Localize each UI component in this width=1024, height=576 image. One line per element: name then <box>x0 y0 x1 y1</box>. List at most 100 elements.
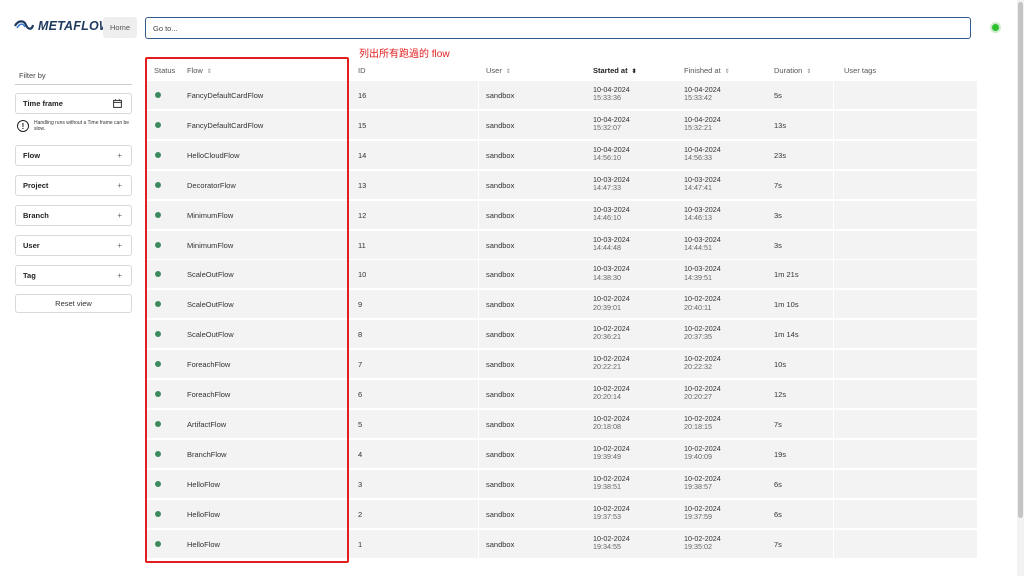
run-id[interactable]: 15 <box>358 121 366 130</box>
status-completed-icon <box>155 510 161 517</box>
table-row[interactable]: HelloCloudFlow 14 sandbox 10-04-2024 14:56:1… <box>145 140 977 169</box>
run-id[interactable]: 5 <box>358 420 362 429</box>
table-row[interactable]: HelloFlow 2 sandbox 10-02-2024 19:37:53 10-02… <box>145 499 977 528</box>
header-started-at[interactable]: Started at ⬍ <box>593 66 637 75</box>
plus-icon: + <box>117 151 122 160</box>
header-flow[interactable]: Flow ⇕ <box>187 66 212 75</box>
branch-filter[interactable]: Branch + <box>15 205 132 226</box>
flow-filter[interactable]: Flow + <box>15 145 132 166</box>
flow-name[interactable]: ScaleOutFlow <box>187 300 234 309</box>
status-completed-icon <box>155 151 161 158</box>
started-at: 10-02-2024 19:34:55 <box>593 533 630 551</box>
flow-name[interactable]: BranchFlow <box>187 450 227 459</box>
started-at: 10-03-2024 14:44:48 <box>593 234 630 252</box>
status-completed-icon <box>155 480 161 487</box>
status-completed-icon <box>155 420 161 427</box>
started-at: 10-02-2024 19:37:53 <box>593 503 630 521</box>
run-id[interactable]: 13 <box>358 181 366 190</box>
tag-filter[interactable]: Tag + <box>15 265 132 286</box>
column-divider <box>478 499 479 528</box>
run-id[interactable]: 16 <box>358 91 366 100</box>
flow-name[interactable]: ForeachFlow <box>187 390 230 399</box>
table-row[interactable]: BranchFlow 4 sandbox 10-02-2024 19:39:49 10-0… <box>145 439 977 468</box>
column-divider <box>833 230 834 259</box>
run-id[interactable]: 7 <box>358 360 362 369</box>
column-divider <box>833 409 834 438</box>
column-divider <box>833 499 834 528</box>
column-divider <box>478 230 479 259</box>
goto-search-input[interactable]: Go to... <box>145 17 971 39</box>
table-row[interactable]: FancyDefaultCardFlow 15 sandbox 10-04-2024 1… <box>145 110 977 139</box>
run-id[interactable]: 11 <box>358 241 366 250</box>
run-id[interactable]: 12 <box>358 211 366 220</box>
table-row[interactable]: MinimumFlow 12 sandbox 10-03-2024 14:46:10 10… <box>145 200 977 229</box>
run-id[interactable]: 14 <box>358 151 366 160</box>
home-button[interactable]: Home <box>103 17 137 38</box>
run-id[interactable]: 2 <box>358 510 362 519</box>
table-row[interactable]: FancyDefaultCardFlow 16 sandbox 10-04-2024 1… <box>145 81 977 109</box>
run-user: sandbox <box>486 91 515 100</box>
started-at: 10-02-2024 19:39:49 <box>593 443 630 462</box>
table-row[interactable]: ScaleOutFlow 10 sandbox 10-03-2024 14:38:30 1… <box>145 260 977 289</box>
header-status[interactable]: Status <box>154 66 175 75</box>
table-row[interactable]: DecoratorFlow 13 sandbox 10-03-2024 14:47:33… <box>145 170 977 199</box>
flow-name[interactable]: FancyDefaultCardFlow <box>187 121 263 130</box>
column-divider <box>348 110 349 139</box>
time-frame-warning: ! Handling runs without a Time frame can… <box>17 120 134 133</box>
table-row[interactable]: ScaleOutFlow 8 sandbox 10-02-2024 20:36:21 10… <box>145 320 977 349</box>
run-duration: 6s <box>774 509 782 519</box>
run-duration: 3s <box>774 240 782 250</box>
status-completed-icon <box>155 331 161 338</box>
user-filter[interactable]: User + <box>15 235 132 256</box>
flow-name[interactable]: HelloFlow <box>187 510 220 519</box>
flow-name[interactable]: MinimumFlow <box>187 211 233 220</box>
project-filter[interactable]: Project + <box>15 175 132 196</box>
scrollbar[interactable] <box>1017 0 1024 576</box>
run-id[interactable]: 10 <box>358 270 366 279</box>
plus-icon: + <box>117 271 122 280</box>
reset-view-button[interactable]: Reset view <box>15 294 132 313</box>
plus-icon: + <box>117 211 122 220</box>
run-user: sandbox <box>486 539 515 549</box>
table-row[interactable]: MinimumFlow 11 sandbox 10-03-2024 14:44:48 10… <box>145 230 977 259</box>
flow-name[interactable]: MinimumFlow <box>187 241 233 250</box>
flow-name[interactable]: HelloFlow <box>187 480 220 489</box>
run-id[interactable]: 9 <box>358 300 362 309</box>
flow-name[interactable]: ForeachFlow <box>187 360 230 369</box>
table-row[interactable]: ForeachFlow 6 sandbox 10-02-2024 20:20:14 10-… <box>145 380 977 408</box>
run-id[interactable]: 3 <box>358 480 362 489</box>
flow-name[interactable]: HelloCloudFlow <box>187 151 240 160</box>
column-divider <box>833 350 834 379</box>
flow-name[interactable]: ScaleOutFlow <box>187 330 234 339</box>
flow-name[interactable]: FancyDefaultCardFlow <box>187 91 263 100</box>
header-id[interactable]: ID <box>358 66 366 75</box>
run-id[interactable]: 6 <box>358 390 362 399</box>
logo-text: METAFLOW <box>38 19 111 33</box>
column-divider <box>833 140 834 169</box>
header-finished-at[interactable]: Finished at ⇕ <box>684 66 730 75</box>
run-id[interactable]: 8 <box>358 330 362 339</box>
run-user: sandbox <box>486 449 515 459</box>
run-id[interactable]: 1 <box>358 540 362 549</box>
scrollbar-thumb[interactable] <box>1018 2 1023 518</box>
flow-name[interactable]: HelloFlow <box>187 540 220 549</box>
plus-icon: + <box>117 241 122 250</box>
run-user: sandbox <box>486 300 515 310</box>
metaflow-logo[interactable]: METAFLOW <box>14 19 111 33</box>
flow-name[interactable]: ArtifactFlow <box>187 420 226 429</box>
header-user[interactable]: User ⇕ <box>486 66 511 75</box>
flow-name[interactable]: DecoratorFlow <box>187 181 236 190</box>
table-row[interactable]: ArtifactFlow 5 sandbox 10-02-2024 20:18:08 10… <box>145 409 977 438</box>
table-row[interactable]: ScaleOutFlow 9 sandbox 10-02-2024 20:39:01 10… <box>145 290 977 319</box>
table-row[interactable]: HelloFlow 1 sandbox 10-02-2024 19:34:55 10-02… <box>145 529 977 558</box>
started-at: 10-02-2024 20:39:01 <box>593 294 630 312</box>
table-row[interactable]: ForeachFlow 7 sandbox 10-02-2024 20:22:21 10-… <box>145 350 977 379</box>
header-duration[interactable]: Duration ⇕ <box>774 66 811 75</box>
run-id[interactable]: 4 <box>358 450 362 459</box>
table-row[interactable]: HelloFlow 3 sandbox 10-02-2024 19:38:51 10-02… <box>145 469 977 498</box>
project-filter-label: Project <box>23 181 49 190</box>
warning-icon: ! <box>17 120 29 133</box>
flow-name[interactable]: ScaleOutFlow <box>187 270 234 279</box>
finished-at: 10-03-2024 14:47:41 <box>684 174 721 192</box>
time-frame-filter[interactable]: Time frame <box>15 93 132 114</box>
